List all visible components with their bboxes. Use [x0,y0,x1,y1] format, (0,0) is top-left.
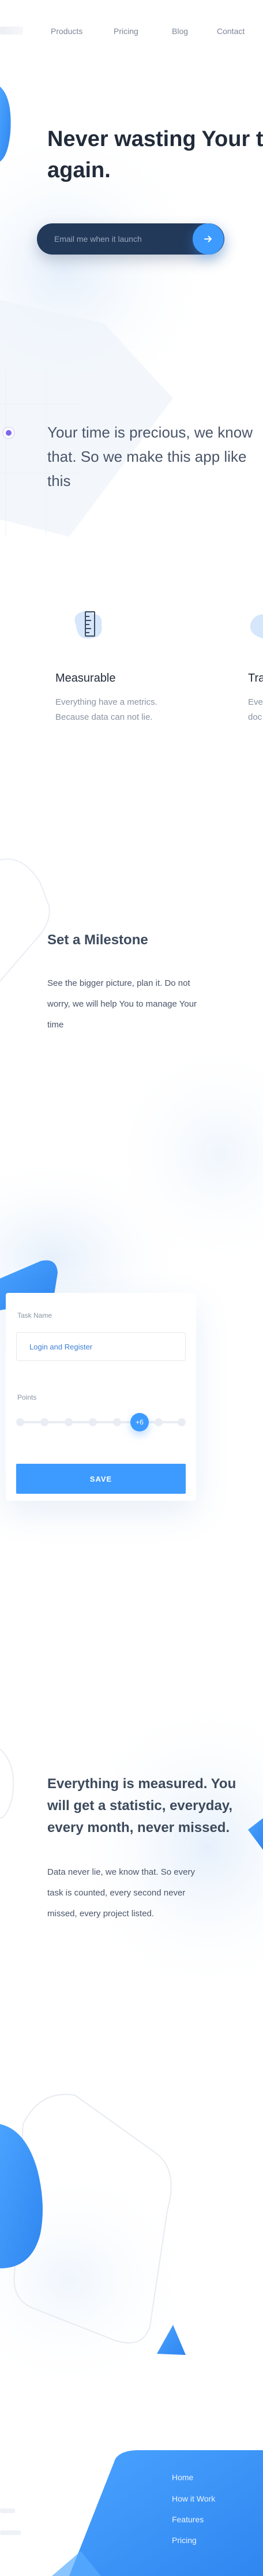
ruler-icon [74,610,102,639]
footer-link-pricing[interactable]: Pricing [172,2536,197,2545]
measured-title: Everything is measured. You will get a s… [47,1776,236,1835]
submit-button[interactable] [193,223,224,255]
footer-link-home[interactable]: Home [172,2473,193,2482]
nav-pricing[interactable]: Pricing [114,27,138,36]
hero-title: Never wasting Your t again. [47,124,263,186]
nav-contact[interactable]: Contact [217,27,245,36]
footer-link-how-it-work[interactable]: How it Work [172,2494,215,2503]
email-placeholder: Email me when it launch [54,234,142,244]
background-decoration [0,87,263,2576]
footer-link-features[interactable]: Features [172,2515,204,2524]
measured-desc: Data never lie, we know that. So every t… [47,1867,195,1919]
task-name-label: Task Name [17,1311,52,1319]
milestone-desc: See the bigger picture, plan it. Do not … [47,978,197,1030]
feature-title-partial: Tra [248,672,263,685]
milestone-title: Set a Milestone [47,932,148,948]
slider-step [155,1418,163,1426]
feature-title-measurable: Measurable [55,672,116,685]
task-name-value: Login and Register [29,1343,93,1351]
slider-step [40,1418,48,1426]
logo-placeholder[interactable] [0,27,23,35]
arrow-right-icon [204,235,212,242]
intro-text: Your time is precious, we know that. So … [47,424,253,489]
slider-step [65,1418,73,1426]
slider-step [89,1418,97,1426]
hero-title-line2: again. [47,158,111,182]
feature-icon-partial [250,614,263,638]
task-form-card: Task Name Login and Register Points +6 S… [6,1293,196,1501]
nav-products[interactable]: Products [51,27,82,36]
hero-title-line1: Never wasting Your t [47,127,263,151]
slider-step [113,1418,121,1426]
points-label: Points [17,1393,37,1401]
nav-blog[interactable]: Blog [172,27,188,36]
slider-step [178,1418,186,1426]
task-name-input[interactable]: Login and Register [16,1332,186,1361]
slider-step [16,1418,24,1426]
feature-desc-partial: Eve doc [248,697,263,722]
save-button[interactable]: SAVE [16,1464,186,1494]
feature-desc-measurable: Everything have a metrics. Because data … [55,697,157,722]
points-slider-handle[interactable]: +6 [130,1413,149,1431]
